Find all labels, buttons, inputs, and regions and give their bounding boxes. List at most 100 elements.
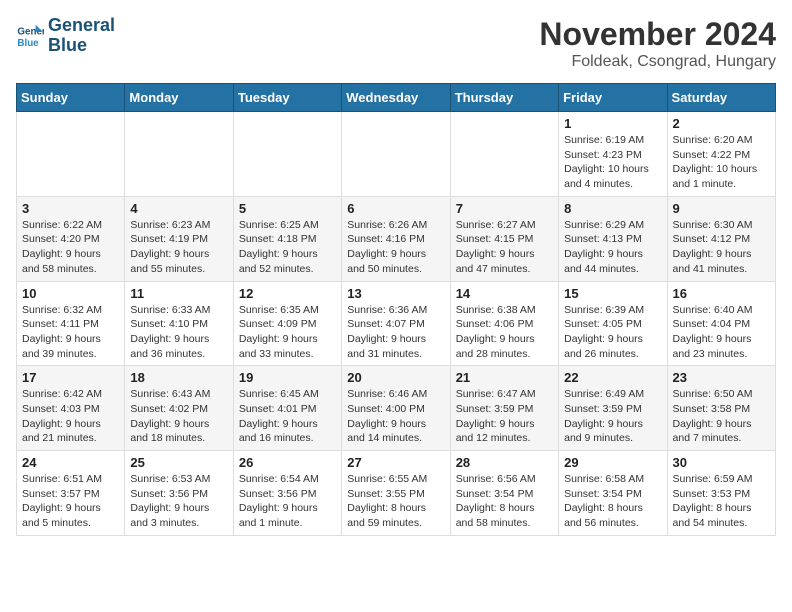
calendar-table: SundayMondayTuesdayWednesdayThursdayFrid… [16,83,776,536]
calendar-cell: 3Sunrise: 6:22 AM Sunset: 4:20 PM Daylig… [17,196,125,281]
day-info: Sunrise: 6:38 AM Sunset: 4:06 PM Dayligh… [456,303,553,362]
calendar-cell: 4 Sunrise: 6:23 AM Sunset: 4:19 PM Daylig… [125,196,233,281]
day-info: Sunrise: 6:51 AM Sunset: 3:57 PM Dayligh… [22,472,119,531]
calendar-cell: 13Sunrise: 6:36 AM Sunset: 4:07 PM Dayli… [342,281,450,366]
weekday-header: Monday [125,84,233,112]
day-info: Sunrise: 6:27 AM Sunset: 4:15 PM Dayligh… [456,218,553,277]
location: Foldeak, Csongrad, Hungary [539,53,776,71]
day-number: 12 [239,286,336,301]
day-info: Sunrise: 6:32 AM Sunset: 4:11 PM Dayligh… [22,303,119,362]
calendar-cell [17,112,125,197]
calendar-cell: 5 Sunrise: 6:25 AM Sunset: 4:18 PM Daylig… [233,196,341,281]
title-area: November 2024 Foldeak, Csongrad, Hungary [539,16,776,71]
day-info: Sunrise: 6:33 AM Sunset: 4:10 PM Dayligh… [130,303,227,362]
day-info: Sunrise: 6:25 AM Sunset: 4:18 PM Dayligh… [239,218,336,277]
calendar-cell: 23 Sunrise: 6:50 AM Sunset: 3:58 PM Dayli… [667,366,775,451]
day-number: 4 [130,201,227,216]
day-number: 15 [564,286,661,301]
day-number: 20 [347,370,444,385]
day-number: 26 [239,455,336,470]
calendar-cell: 15 Sunrise: 6:39 AM Sunset: 4:05 PM Dayli… [559,281,667,366]
logo-icon: General Blue [16,22,44,50]
calendar-cell: 10 Sunrise: 6:32 AM Sunset: 4:11 PM Dayli… [17,281,125,366]
day-number: 17 [22,370,119,385]
day-info: Sunrise: 6:56 AM Sunset: 3:54 PM Dayligh… [456,472,553,531]
day-info: Sunrise: 6:50 AM Sunset: 3:58 PM Dayligh… [673,387,770,446]
calendar-cell: 12 Sunrise: 6:35 AM Sunset: 4:09 PM Dayli… [233,281,341,366]
day-number: 8 [564,201,661,216]
svg-text:General: General [17,26,44,37]
calendar-cell [342,112,450,197]
day-info: Sunrise: 6:19 AM Sunset: 4:23 PM Dayligh… [564,133,661,192]
day-number: 10 [22,286,119,301]
day-info: Sunrise: 6:46 AM Sunset: 4:00 PM Dayligh… [347,387,444,446]
calendar-cell: 26 Sunrise: 6:54 AM Sunset: 3:56 PM Dayli… [233,451,341,536]
day-info: Sunrise: 6:20 AM Sunset: 4:22 PM Dayligh… [673,133,770,192]
day-number: 22 [564,370,661,385]
day-info: Sunrise: 6:23 AM Sunset: 4:19 PM Dayligh… [130,218,227,277]
weekday-header: Sunday [17,84,125,112]
day-number: 5 [239,201,336,216]
day-number: 28 [456,455,553,470]
calendar-week-row: 17Sunrise: 6:42 AM Sunset: 4:03 PM Dayli… [17,366,776,451]
day-info: Sunrise: 6:35 AM Sunset: 4:09 PM Dayligh… [239,303,336,362]
weekday-header: Wednesday [342,84,450,112]
day-number: 2 [673,116,770,131]
day-info: Sunrise: 6:58 AM Sunset: 3:54 PM Dayligh… [564,472,661,531]
calendar-header-row: SundayMondayTuesdayWednesdayThursdayFrid… [17,84,776,112]
day-info: Sunrise: 6:22 AM Sunset: 4:20 PM Dayligh… [22,218,119,277]
logo-text: General Blue [48,16,115,56]
header: General Blue General Blue November 2024 … [16,16,776,71]
calendar-cell: 9 Sunrise: 6:30 AM Sunset: 4:12 PM Daylig… [667,196,775,281]
day-info: Sunrise: 6:54 AM Sunset: 3:56 PM Dayligh… [239,472,336,531]
calendar-cell [125,112,233,197]
calendar-cell: 25Sunrise: 6:53 AM Sunset: 3:56 PM Dayli… [125,451,233,536]
weekday-header: Saturday [667,84,775,112]
day-info: Sunrise: 6:39 AM Sunset: 4:05 PM Dayligh… [564,303,661,362]
day-number: 24 [22,455,119,470]
calendar-week-row: 1 Sunrise: 6:19 AM Sunset: 4:23 PM Daylig… [17,112,776,197]
day-number: 6 [347,201,444,216]
calendar-cell: 30Sunrise: 6:59 AM Sunset: 3:53 PM Dayli… [667,451,775,536]
day-info: Sunrise: 6:36 AM Sunset: 4:07 PM Dayligh… [347,303,444,362]
svg-text:Blue: Blue [17,38,39,49]
day-info: Sunrise: 6:40 AM Sunset: 4:04 PM Dayligh… [673,303,770,362]
day-number: 29 [564,455,661,470]
day-number: 30 [673,455,770,470]
calendar-week-row: 10 Sunrise: 6:32 AM Sunset: 4:11 PM Dayli… [17,281,776,366]
day-info: Sunrise: 6:30 AM Sunset: 4:12 PM Dayligh… [673,218,770,277]
day-info: Sunrise: 6:29 AM Sunset: 4:13 PM Dayligh… [564,218,661,277]
logo: General Blue General Blue [16,16,115,56]
weekday-header: Friday [559,84,667,112]
day-number: 27 [347,455,444,470]
day-info: Sunrise: 6:49 AM Sunset: 3:59 PM Dayligh… [564,387,661,446]
day-info: Sunrise: 6:45 AM Sunset: 4:01 PM Dayligh… [239,387,336,446]
day-number: 11 [130,286,227,301]
calendar-week-row: 3Sunrise: 6:22 AM Sunset: 4:20 PM Daylig… [17,196,776,281]
day-info: Sunrise: 6:53 AM Sunset: 3:56 PM Dayligh… [130,472,227,531]
calendar-cell: 16Sunrise: 6:40 AM Sunset: 4:04 PM Dayli… [667,281,775,366]
calendar-cell: 28 Sunrise: 6:56 AM Sunset: 3:54 PM Dayli… [450,451,558,536]
day-info: Sunrise: 6:55 AM Sunset: 3:55 PM Dayligh… [347,472,444,531]
day-number: 18 [130,370,227,385]
weekday-header: Thursday [450,84,558,112]
day-number: 14 [456,286,553,301]
calendar-cell: 6Sunrise: 6:26 AM Sunset: 4:16 PM Daylig… [342,196,450,281]
calendar-week-row: 24 Sunrise: 6:51 AM Sunset: 3:57 PM Dayli… [17,451,776,536]
calendar-cell: 14 Sunrise: 6:38 AM Sunset: 4:06 PM Dayli… [450,281,558,366]
calendar-cell: 27 Sunrise: 6:55 AM Sunset: 3:55 PM Dayli… [342,451,450,536]
day-number: 21 [456,370,553,385]
calendar-cell: 2 Sunrise: 6:20 AM Sunset: 4:22 PM Daylig… [667,112,775,197]
day-number: 1 [564,116,661,131]
weekday-header: Tuesday [233,84,341,112]
calendar-cell: 7 Sunrise: 6:27 AM Sunset: 4:15 PM Daylig… [450,196,558,281]
calendar-cell: 17Sunrise: 6:42 AM Sunset: 4:03 PM Dayli… [17,366,125,451]
calendar-cell: 22 Sunrise: 6:49 AM Sunset: 3:59 PM Dayli… [559,366,667,451]
day-number: 19 [239,370,336,385]
calendar-cell: 18Sunrise: 6:43 AM Sunset: 4:02 PM Dayli… [125,366,233,451]
day-number: 23 [673,370,770,385]
day-number: 9 [673,201,770,216]
calendar-cell [233,112,341,197]
calendar-cell [450,112,558,197]
day-number: 7 [456,201,553,216]
